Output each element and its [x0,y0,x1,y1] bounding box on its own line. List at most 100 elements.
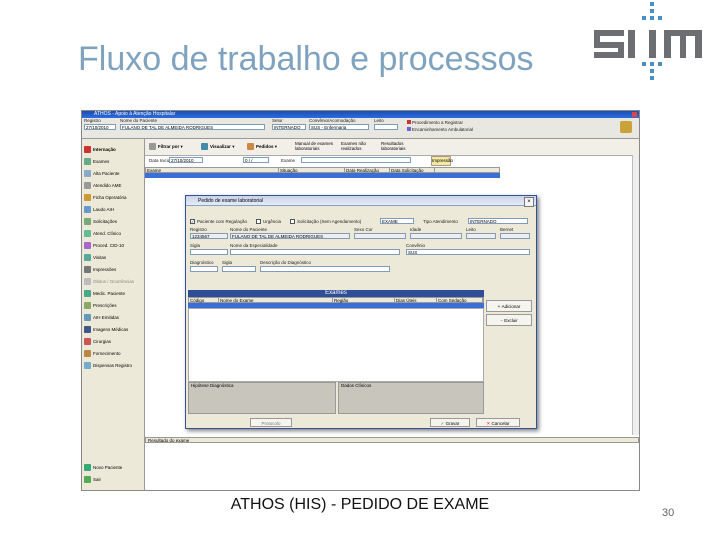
visitas-icon [84,254,91,262]
paciente-regulacao-checkbox[interactable]: ✓ [190,219,195,224]
sidebar-item-atend-clinico[interactable]: Atend. Clínico [84,229,121,239]
nome-field[interactable]: FULANO DE TAL DE ALMEIDA RODRIGUES [120,124,265,130]
sidebar-item-prescricoes[interactable]: Prescrições [84,301,117,311]
dlg-idade-field[interactable] [410,233,462,239]
dados-clinicos-panel[interactable]: Dados Clínicos [338,382,484,414]
dlg-diagnostico-field[interactable] [190,266,218,272]
patient-header: Registro 27/10/2010 Nome do Paciente FUL… [82,118,639,139]
sidebar-item-dispensas[interactable]: Dispensas Registro [84,361,132,371]
filtrar-button[interactable]: Filtrar por ▾ [149,141,183,153]
data-final-field[interactable]: 0 / / [243,157,269,163]
sidebar-item-impressoes[interactable]: Impressões [84,265,116,275]
dados-clinicos-label: Dados Clínicos [341,383,372,388]
imagens-icon [84,326,91,334]
exames-nao-realizados-button[interactable]: Exames não realizados [341,141,377,153]
legend-procedimento: Procedimento a Registrar [407,120,463,125]
dlg-convenio-label: Convênio [406,243,426,248]
manual-exames-button[interactable]: Manual de exames laboratoriais [295,141,335,153]
urgencia-checkbox[interactable] [256,219,261,224]
dlg-leito-field[interactable] [466,233,496,239]
ame-icon [84,182,91,190]
convenio-label: Convênio/Acomodação [309,118,356,123]
paciente-regulacao-label: Paciente com Regulação [197,219,248,224]
sidebar-item-exames[interactable]: Exames [84,157,109,167]
alta-icon [84,170,91,178]
sidebar-item-aih[interactable]: AIH Emitidas [84,313,119,323]
convenio-field[interactable]: SUS - Enfermaria [309,124,369,130]
siim-logo [590,2,710,84]
impressao-button[interactable]: Impressão [431,156,453,166]
excluir-button[interactable]: − Excluir [486,314,532,326]
exams-grid-selected-row[interactable] [145,173,500,178]
dialog-close-icon[interactable]: × [524,197,534,207]
tipo-atendimento-select[interactable]: INTERNADO [468,218,528,224]
dlg-nome-field[interactable]: FULANO DE TAL DE ALMEIDA RODRIGUES [230,233,350,239]
window-close-button[interactable] [632,112,637,117]
dlg-sexo-label: Sexo Cor [354,227,373,232]
dlg-convenio-select[interactable]: SUS [406,249,530,255]
sidebar-item-imagens[interactable]: Imagens Médicas [84,325,128,335]
sidebar-item-ficha[interactable]: Ficha Operatória [84,193,127,203]
leito-field[interactable] [374,124,398,130]
nome-label: Nome do Paciente [120,118,158,123]
sidebar-item-fornecimento[interactable]: Fornecimento [84,349,121,359]
exames-section-header: Exames [188,290,484,297]
exame-filter-field[interactable] [301,157,411,163]
dlg-especialidade-field[interactable] [230,249,400,255]
dlg-descricao-field[interactable] [260,266,390,272]
sidebar-item-laudo[interactable]: Laudo AIH [84,205,114,215]
dlg-bernet-field[interactable] [500,233,530,239]
window-titlebar: ATHOS - Apoio à Atenção Hospitalar [82,111,639,118]
registro-field[interactable]: 27/10/2010 [84,124,116,130]
exame-filter-label: Exame [281,158,296,163]
pedidos-button[interactable]: Pedidos ▾ [247,141,277,153]
legend-encaminhamento: Encaminhamento Ambulatorial [407,127,473,132]
cancelar-button[interactable]: ✕ Cancelar [476,418,520,427]
resultados-button[interactable]: Resultados laboratoriais [381,141,415,153]
sidebar-item-obitos[interactable]: Óbitos / Ocorrências [84,277,134,287]
visualizar-button[interactable]: Visualizar ▾ [201,141,234,153]
laudo-icon [84,206,91,214]
athos-screenshot: ATHOS - Apoio à Atenção Hospitalar Regis… [81,110,640,491]
sidebar-item-solicitacoes[interactable]: Solicitações [84,217,117,227]
solicitacao-checkbox[interactable] [290,219,295,224]
sidebar-item-visitas[interactable]: Visitas [84,253,106,263]
hipotese-panel[interactable]: Hipótese Diagnóstica [188,382,336,414]
exames-icon [84,158,91,166]
tipo-atendimento-label: Tipo Atendimento [423,219,458,224]
gravar-button[interactable]: ✓ Gravar [430,418,470,427]
page-number: 30 [662,507,675,519]
tools-icon[interactable] [620,121,632,133]
tipo-select[interactable]: EXAME [380,218,414,224]
main-vertical-scrollbar[interactable] [632,155,639,435]
novo-paciente-icon [84,464,91,472]
registro-label: Registro [84,118,101,123]
logo-graphic [594,2,702,80]
sidebar-item-internacao[interactable]: Internação [84,145,116,155]
dlg-sexo-field[interactable] [354,233,406,239]
leito-label: Leito [374,118,384,123]
dispensas-icon [84,362,91,370]
cirurgias-icon [84,338,91,346]
dlg-sigla2-field[interactable] [222,266,256,272]
data-inicial-field[interactable]: 27/10/2010 [169,157,203,163]
sidebar-item-ame[interactable]: Atendido AME [84,181,122,191]
dlg-idade-label: Idade [410,227,422,232]
dlg-sigla2-label: Sigla [222,260,233,265]
exames-grid-body[interactable] [188,308,484,382]
adicionar-button[interactable]: + Adicionar [486,300,532,312]
protocolo-button[interactable]: Protocolo [250,418,292,427]
sidebar-item-medic[interactable]: Medic. Paciente [84,289,125,299]
dlg-registro-field[interactable]: 1234567 [190,233,228,239]
aih-icon [84,314,91,322]
dlg-sigla-field[interactable] [190,249,228,255]
dlg-sigla-label: Sigla [190,243,201,248]
sidebar-item-alta[interactable]: Alta Paciente [84,169,120,179]
setor-field[interactable]: INTERNADO [272,124,306,130]
sidebar-item-proced[interactable]: Proced. CID-10 [84,241,124,251]
sidebar-item-cirurgias[interactable]: Cirurgias [84,337,111,347]
dlg-diagnostico-label: Diagnóstico [190,260,214,265]
sidebar-item-sair[interactable]: Sair [84,475,101,485]
sidebar-item-novo-paciente[interactable]: Novo Paciente [84,463,122,473]
internacao-icon [84,146,91,154]
